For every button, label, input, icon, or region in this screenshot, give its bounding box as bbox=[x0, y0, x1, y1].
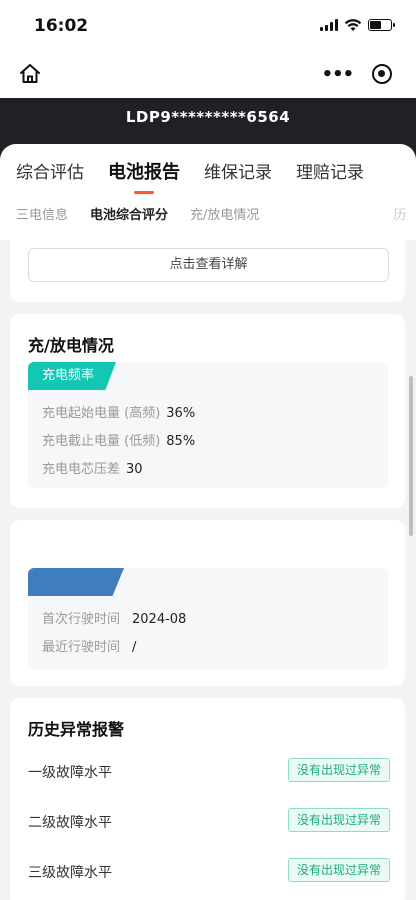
driving-time-box: 首次行驶时间 2024-08 最近行驶时间 / bbox=[28, 568, 388, 670]
alarm-level-2-label: 二级故障水平 bbox=[28, 815, 112, 831]
view-details-button[interactable]: 点击查看详解 bbox=[28, 248, 389, 282]
subtab-battery-score[interactable]: 电池综合评分 bbox=[90, 204, 168, 223]
report-tabs-card: 综合评估 电池报告 维保记录 理赔记录 三电信息 电池综合评分 充/放电情况 历 bbox=[0, 144, 416, 240]
charge-start-label: 充电起始电量 (高频) bbox=[42, 406, 161, 421]
wifi-icon bbox=[344, 19, 362, 31]
alarm-level-3-row: 三级故障水平 没有出现过异常 bbox=[28, 858, 390, 886]
mini-program-capsule: ••• bbox=[312, 58, 402, 90]
charge-start-value: 36% bbox=[166, 406, 196, 421]
charge-start-row: 充电起始电量 (高频) 36% bbox=[42, 402, 195, 421]
alarm-level-2-row: 二级故障水平 没有出现过异常 bbox=[28, 808, 390, 836]
alarm-level-3-status-badge: 没有出现过异常 bbox=[287, 858, 390, 882]
first-drive-row: 首次行驶时间 2024-08 bbox=[42, 608, 186, 627]
alarm-level-1-label: 一级故障水平 bbox=[28, 765, 112, 781]
more-icon[interactable]: ••• bbox=[322, 64, 355, 85]
alarm-level-2-status-badge: 没有出现过异常 bbox=[287, 808, 390, 832]
tab-claim-records[interactable]: 理赔记录 bbox=[296, 158, 364, 184]
cell-voltage-diff-row: 充电电芯压差 30 bbox=[42, 458, 143, 477]
status-icons bbox=[320, 18, 395, 32]
driving-time-card: 首次行驶时间 2024-08 最近行驶时间 / bbox=[10, 520, 405, 686]
last-drive-label: 最近行驶时间 bbox=[42, 640, 121, 655]
first-drive-value: 2024-08 bbox=[132, 612, 187, 627]
first-drive-label: 首次行驶时间 bbox=[42, 612, 121, 627]
tab-overall-evaluation[interactable]: 综合评估 bbox=[16, 158, 84, 184]
sub-tabs: 三电信息 电池综合评分 充/放电情况 历 bbox=[16, 204, 416, 223]
charge-frequency-tag: 充电频率 bbox=[28, 362, 117, 390]
alarm-level-3-label: 三级故障水平 bbox=[28, 865, 112, 881]
charge-frequency-box: 充电频率 充电起始电量 (高频) 36% 充电截止电量 (低频) 85% 充电电芯压… bbox=[28, 362, 388, 488]
charge-end-label: 充电截止电量 (低频) bbox=[42, 434, 161, 449]
battery-score-card: 点击查看详解 bbox=[10, 236, 405, 302]
nav-bar: ••• bbox=[0, 50, 416, 98]
vin-text: LDP9*********6564 bbox=[125, 108, 291, 126]
abnormal-alarm-title: 历史异常报警 bbox=[28, 720, 125, 739]
charge-end-row: 充电截止电量 (低频) 85% bbox=[42, 430, 195, 449]
battery-icon bbox=[368, 19, 395, 31]
subtab-history[interactable]: 历 bbox=[393, 204, 406, 223]
abnormal-alarm-card: 历史异常报警 一级故障水平 没有出现过异常 二级故障水平 没有出现过异常 三级故… bbox=[10, 698, 405, 900]
tab-maintenance-records[interactable]: 维保记录 bbox=[204, 158, 272, 184]
main-tabs: 综合评估 电池报告 维保记录 理赔记录 bbox=[16, 158, 364, 194]
status-bar: 16:02 bbox=[0, 0, 416, 50]
charge-discharge-card: 充/放电情况 充电频率 充电起始电量 (高频) 36% 充电截止电量 (低频) 85… bbox=[10, 314, 405, 508]
driving-time-tag bbox=[28, 568, 124, 596]
status-time: 16:02 bbox=[34, 16, 89, 36]
alarm-level-1-row: 一级故障水平 没有出现过异常 bbox=[28, 758, 390, 786]
charge-discharge-title: 充/放电情况 bbox=[28, 336, 114, 355]
cell-voltage-diff-value: 30 bbox=[126, 462, 143, 477]
last-drive-row: 最近行驶时间 / bbox=[42, 636, 136, 655]
last-drive-value: / bbox=[132, 640, 137, 655]
tab-battery-report[interactable]: 电池报告 bbox=[108, 158, 180, 194]
charge-end-value: 85% bbox=[166, 434, 196, 449]
page-scrollbar[interactable] bbox=[409, 376, 413, 536]
alarm-level-1-status-badge: 没有出现过异常 bbox=[287, 758, 390, 782]
close-target-icon[interactable] bbox=[372, 64, 393, 84]
subtab-charge-discharge[interactable]: 充/放电情况 bbox=[190, 204, 259, 223]
cell-voltage-diff-label: 充电电芯压差 bbox=[42, 462, 121, 477]
signal-icon bbox=[320, 19, 338, 31]
subtab-three-electric-info[interactable]: 三电信息 bbox=[16, 204, 68, 223]
home-icon[interactable] bbox=[18, 62, 42, 86]
